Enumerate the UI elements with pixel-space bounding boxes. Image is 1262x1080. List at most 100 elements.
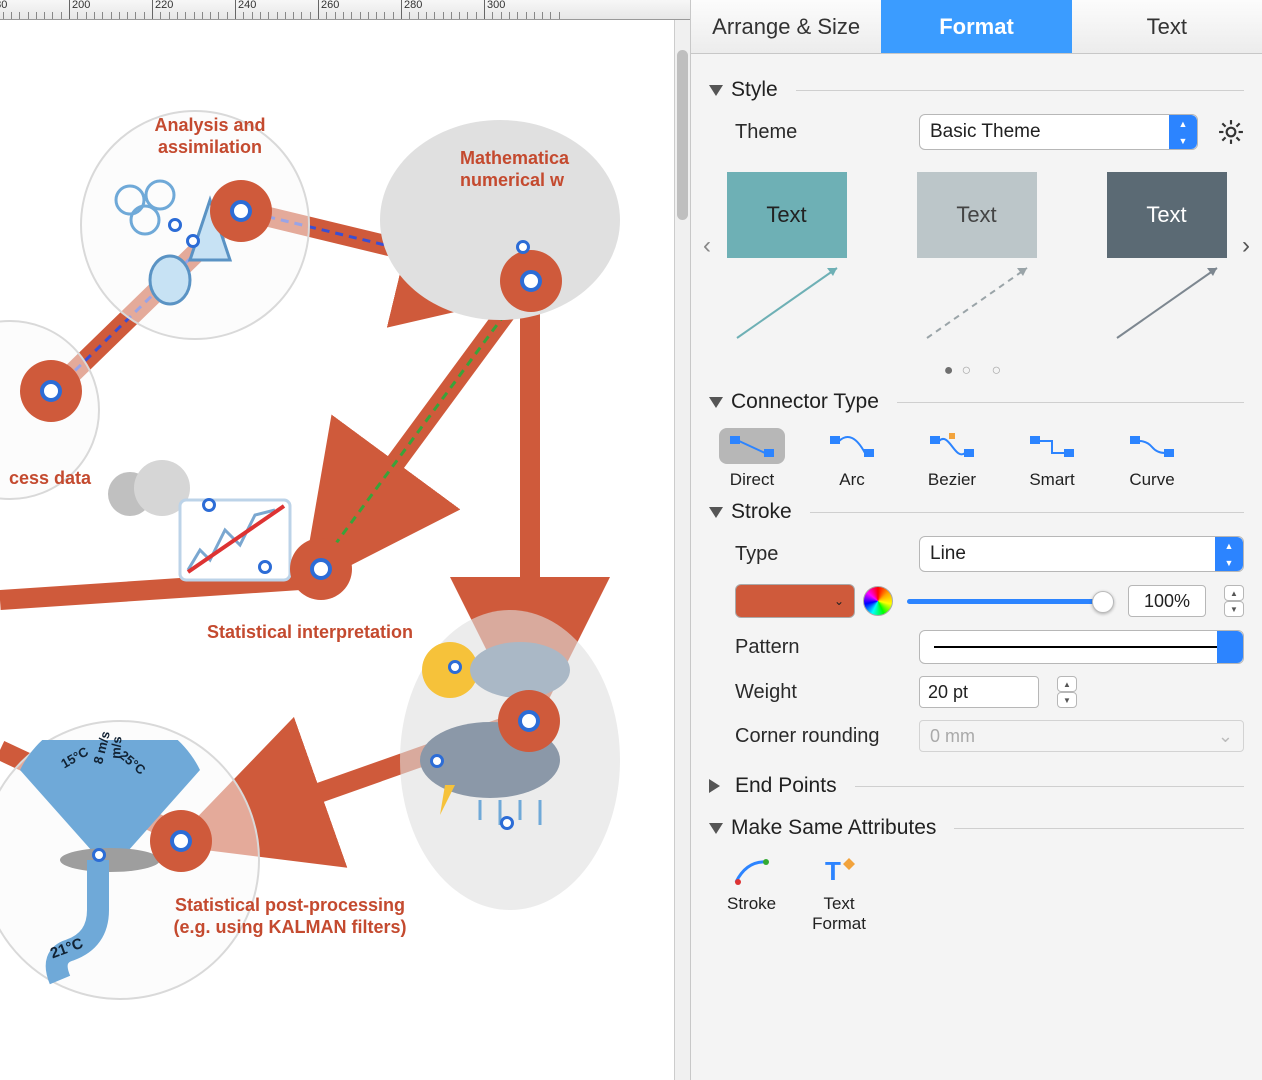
gear-icon[interactable] bbox=[1218, 119, 1244, 145]
selection-handle[interactable] bbox=[448, 660, 462, 674]
theme-select[interactable]: Basic Theme ▲▼ bbox=[919, 114, 1198, 150]
section-connector-header[interactable]: Connector Type bbox=[709, 390, 1244, 414]
stroke-color-row: ⌄ 100% ▲▼ bbox=[735, 584, 1244, 618]
connector-bezier[interactable]: Bezier bbox=[919, 428, 985, 490]
divider bbox=[954, 828, 1244, 829]
same-textformat-button[interactable]: T Text Format bbox=[812, 854, 866, 934]
opacity-slider[interactable] bbox=[907, 599, 1114, 604]
section-style-header[interactable]: Style bbox=[709, 78, 1244, 102]
inspector-panel: Arrange & Size Format Text Style Theme B… bbox=[690, 0, 1262, 1080]
selection-handle[interactable] bbox=[430, 754, 444, 768]
swatch-arrow-icon bbox=[727, 258, 847, 344]
pattern-select[interactable] bbox=[919, 630, 1244, 664]
weight-stepper[interactable]: ▲▼ bbox=[1057, 676, 1077, 708]
node-label-math[interactable]: Mathematica numerical w bbox=[460, 148, 620, 191]
selection-handle[interactable] bbox=[92, 848, 106, 862]
connector-type-row: Direct Arc Bezier Smart Curve bbox=[719, 428, 1244, 490]
disclosure-triangle-icon bbox=[709, 779, 727, 793]
node-label-postproc[interactable]: Statistical post-processing (e.g. using … bbox=[130, 895, 450, 938]
divider bbox=[897, 402, 1244, 403]
weight-input[interactable]: 20 pt bbox=[919, 676, 1039, 708]
swatch-next-icon[interactable]: › bbox=[1242, 232, 1250, 260]
disclosure-triangle-icon bbox=[709, 823, 723, 834]
canvas-area[interactable]: 180200220240260280300 bbox=[0, 0, 690, 1080]
tab-text[interactable]: Text bbox=[1072, 0, 1262, 53]
swatch-box: Text bbox=[1107, 172, 1227, 258]
connector-node[interactable] bbox=[20, 360, 82, 422]
connector-smart[interactable]: Smart bbox=[1019, 428, 1085, 490]
connector-node[interactable] bbox=[498, 690, 560, 752]
connector-node[interactable] bbox=[150, 810, 212, 872]
connector-label: Arc bbox=[839, 470, 865, 490]
connector-direct[interactable]: Direct bbox=[719, 428, 785, 490]
selection-handle[interactable] bbox=[258, 560, 272, 574]
connector-node[interactable] bbox=[500, 250, 562, 312]
style-swatch-3[interactable]: Text bbox=[1107, 172, 1227, 344]
theme-row: Theme Basic Theme ▲▼ bbox=[735, 114, 1244, 150]
node-label-cessdata[interactable]: cess data bbox=[0, 468, 100, 490]
section-title: Style bbox=[731, 78, 778, 102]
stroke-type-row: Type Line ▲▼ bbox=[735, 536, 1244, 572]
tab-format[interactable]: Format bbox=[881, 0, 1071, 53]
panel-body: Style Theme Basic Theme ▲▼ ‹ Text Text T… bbox=[691, 54, 1262, 1080]
section-endpoints-header[interactable]: End Points bbox=[709, 774, 1244, 798]
panel-tabs: Arrange & Size Format Text bbox=[691, 0, 1262, 54]
opacity-stepper[interactable]: ▲▼ bbox=[1224, 585, 1244, 617]
stroke-type-value: Line bbox=[930, 543, 966, 565]
swatch-arrow-icon bbox=[917, 258, 1037, 344]
select-stepper-icon bbox=[1217, 631, 1243, 663]
slider-thumb[interactable] bbox=[1092, 591, 1114, 613]
clipart-chart-icon bbox=[100, 460, 300, 600]
select-stepper-icon: ▲▼ bbox=[1169, 115, 1197, 149]
disclosure-triangle-icon bbox=[709, 507, 723, 518]
style-swatch-2[interactable]: Text bbox=[917, 172, 1037, 344]
theme-value: Basic Theme bbox=[930, 121, 1041, 143]
section-same-header[interactable]: Make Same Attributes bbox=[709, 816, 1244, 840]
svg-text:T: T bbox=[825, 856, 841, 886]
selection-handle[interactable] bbox=[186, 234, 200, 248]
same-attributes-row: Stroke T Text Format bbox=[727, 854, 1244, 934]
swatch-prev-icon[interactable]: ‹ bbox=[703, 232, 711, 260]
section-title: End Points bbox=[735, 774, 837, 798]
section-stroke-header[interactable]: Stroke bbox=[709, 500, 1244, 524]
disclosure-triangle-icon bbox=[709, 397, 723, 408]
selection-handle[interactable] bbox=[500, 816, 514, 830]
tab-arrange[interactable]: Arrange & Size bbox=[691, 0, 881, 53]
connector-curve[interactable]: Curve bbox=[1119, 428, 1185, 490]
swatch-page-dots[interactable]: ●○ ○ bbox=[709, 362, 1244, 380]
connector-arc[interactable]: Arc bbox=[819, 428, 885, 490]
diagram-canvas[interactable]: 15°C 8 m/s m/s 25°C 21°C Analysis and as… bbox=[0, 20, 690, 1080]
connector-label: Curve bbox=[1129, 470, 1174, 490]
section-title: Stroke bbox=[731, 500, 792, 524]
same-stroke-label: Stroke bbox=[727, 894, 776, 914]
same-textformat-label: Text Format bbox=[812, 894, 866, 934]
vertical-scrollbar[interactable] bbox=[674, 20, 690, 1080]
selection-handle[interactable] bbox=[202, 498, 216, 512]
opacity-value[interactable]: 100% bbox=[1128, 585, 1206, 617]
section-title: Connector Type bbox=[731, 390, 879, 414]
connector-node[interactable] bbox=[290, 538, 352, 600]
same-stroke-button[interactable]: Stroke bbox=[727, 854, 776, 934]
connector-node[interactable] bbox=[210, 180, 272, 242]
swatch-arrow-icon bbox=[1107, 258, 1227, 344]
pattern-row: Pattern bbox=[735, 630, 1244, 664]
pattern-label: Pattern bbox=[735, 636, 905, 659]
scrollbar-thumb[interactable] bbox=[677, 50, 688, 220]
selection-handle[interactable] bbox=[516, 240, 530, 254]
theme-label: Theme bbox=[735, 121, 905, 144]
style-swatch-1[interactable]: Text bbox=[727, 172, 847, 344]
connector-label: Direct bbox=[730, 470, 774, 490]
select-stepper-icon: ▲▼ bbox=[1215, 537, 1243, 571]
corner-row: Corner rounding 0 mm bbox=[735, 720, 1244, 752]
stroke-type-label: Type bbox=[735, 543, 905, 566]
horizontal-ruler: 180200220240260280300 bbox=[0, 0, 690, 20]
section-title: Make Same Attributes bbox=[731, 816, 936, 840]
color-wheel-icon[interactable] bbox=[863, 586, 893, 616]
node-label-statinterp[interactable]: Statistical interpretation bbox=[160, 622, 460, 644]
divider bbox=[810, 512, 1244, 513]
node-label-analysis[interactable]: Analysis and assimilation bbox=[120, 115, 300, 158]
stroke-color-button[interactable]: ⌄ bbox=[735, 584, 855, 618]
connector-label: Bezier bbox=[928, 470, 976, 490]
stroke-type-select[interactable]: Line ▲▼ bbox=[919, 536, 1244, 572]
selection-handle[interactable] bbox=[168, 218, 182, 232]
